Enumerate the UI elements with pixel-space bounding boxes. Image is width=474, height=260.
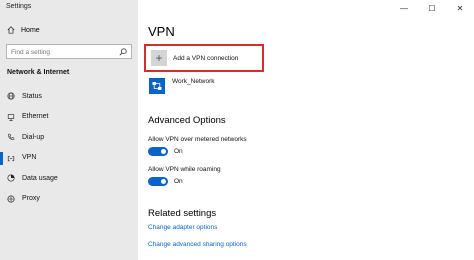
advanced-options-heading: Advanced Options: [148, 115, 226, 126]
sidebar-item-label: Proxy: [22, 195, 40, 203]
vpn-connection-item[interactable]: Work_Network: [149, 78, 215, 94]
change-sharing-options-link[interactable]: Change advanced sharing options: [148, 241, 247, 248]
roaming-toggle-state: On: [174, 178, 183, 185]
sidebar-item-vpn[interactable]: VPN: [0, 148, 138, 169]
title-bar: Settings: [0, 0, 138, 16]
home-label: Home: [21, 26, 40, 34]
sidebar-item-proxy[interactable]: Proxy: [0, 189, 138, 210]
vpn-connection-icon: [149, 78, 165, 94]
sidebar-item-data-usage[interactable]: Data usage: [0, 168, 138, 189]
metered-option-label: Allow VPN over metered networks: [148, 136, 247, 143]
roaming-toggle-row: On: [148, 177, 183, 186]
metered-toggle-state: On: [174, 148, 183, 155]
change-adapter-options-link[interactable]: Change adapter options: [148, 224, 217, 231]
search-box[interactable]: [6, 44, 132, 59]
main-content: VPN + Add a VPN connection Work_Network …: [138, 0, 474, 260]
data-usage-icon: [7, 174, 15, 182]
vpn-icon: [7, 155, 15, 161]
metered-toggle-row: On: [148, 147, 183, 156]
search-input[interactable]: [11, 47, 111, 57]
metered-toggle[interactable]: [148, 147, 168, 156]
sidebar-item-ethernet[interactable]: Ethernet: [0, 107, 138, 128]
window-title: Settings: [6, 3, 32, 10]
add-vpn-label: Add a VPN connection: [173, 54, 239, 62]
related-settings-heading: Related settings: [148, 208, 217, 219]
roaming-option-label: Allow VPN while roaming: [148, 166, 221, 173]
add-vpn-connection-button[interactable]: + Add a VPN connection: [144, 44, 264, 72]
roaming-toggle[interactable]: [148, 177, 168, 186]
sidebar-item-label: Status: [22, 92, 42, 100]
settings-sidebar: Settings Home Network & Internet Status: [0, 0, 138, 260]
page-title: VPN: [148, 24, 175, 39]
sidebar-item-status[interactable]: Status: [0, 86, 138, 107]
globe-icon: [7, 92, 15, 100]
search-icon: [119, 48, 127, 56]
proxy-icon: [7, 195, 15, 203]
home-icon: [7, 26, 15, 34]
sidebar-item-label: VPN: [22, 154, 37, 162]
section-title: Network & Internet: [7, 69, 70, 76]
sidebar-item-label: Ethernet: [22, 113, 49, 121]
ethernet-icon: [7, 114, 15, 121]
sidebar-nav: Status Ethernet Dial-up VPN Data usage P…: [0, 86, 138, 209]
sidebar-item-dial-up[interactable]: Dial-up: [0, 127, 138, 148]
vpn-connection-name: Work_Network: [172, 78, 215, 85]
home-nav-item[interactable]: Home: [7, 26, 40, 34]
sidebar-item-label: Data usage: [22, 174, 58, 182]
sidebar-item-label: Dial-up: [22, 133, 45, 141]
phone-icon: [8, 134, 15, 141]
add-icon: +: [151, 50, 167, 66]
